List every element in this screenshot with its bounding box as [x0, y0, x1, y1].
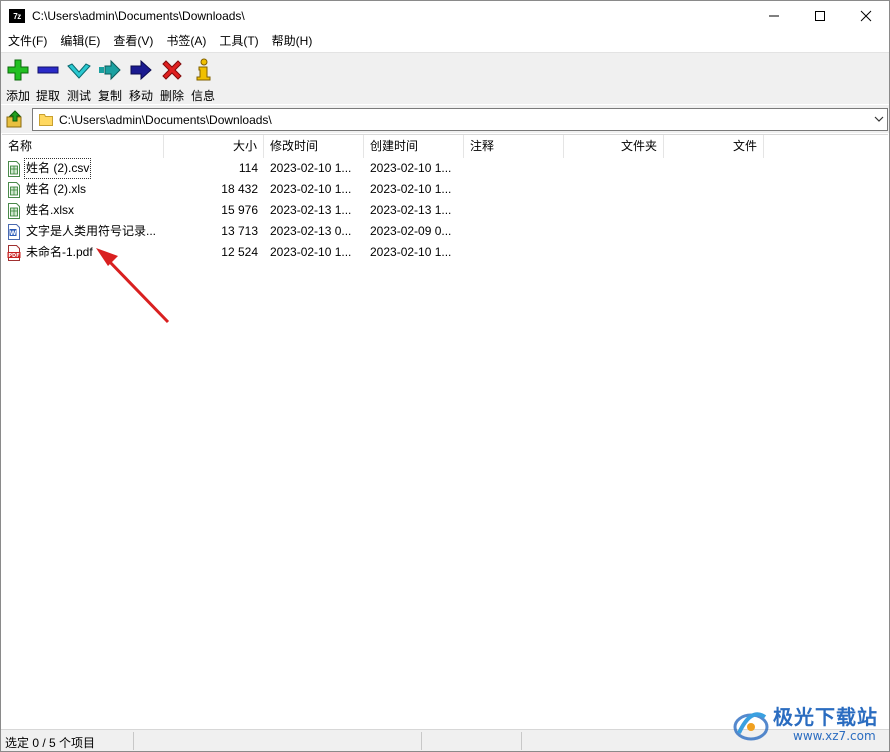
file-name: 姓名.xlsx — [26, 203, 75, 217]
file-created: 2023-02-13 1... — [370, 203, 452, 217]
delete-x-icon — [162, 60, 182, 80]
info-icon — [196, 58, 211, 81]
toolbar: 添加 提取 测试 复制 移动 删除 信息 — [1, 52, 889, 104]
column-header: 名称 大小 修改时间 创建时间 注释 文件夹 文件 — [2, 135, 888, 158]
move-arrow-icon — [130, 59, 152, 81]
file-size: 12 524 — [221, 245, 258, 259]
info-button[interactable]: 信息 — [187, 56, 219, 103]
path-field[interactable]: C:\Users\admin\Documents\Downloads\ — [32, 108, 888, 131]
status-divider — [133, 732, 134, 750]
status-divider — [521, 732, 522, 750]
file-size: 18 432 — [221, 182, 258, 196]
table-row[interactable]: 姓名.xlsx 15 976 2023-02-13 1... 2023-02-1… — [2, 200, 888, 221]
move-label: 移动 — [128, 89, 153, 103]
menu-file[interactable]: 文件(F) — [1, 31, 53, 51]
folder-icon — [39, 114, 53, 126]
maximize-button[interactable] — [797, 1, 843, 31]
watermark-text: 极光下载站 — [773, 705, 878, 729]
file-size: 13 713 — [221, 224, 258, 238]
menu-view[interactable]: 查看(V) — [106, 31, 159, 51]
copy-label: 复制 — [97, 89, 122, 103]
file-modified: 2023-02-10 1... — [270, 161, 352, 175]
checkmark-icon — [67, 63, 91, 79]
file-name: 姓名 (2).csv — [24, 158, 92, 179]
maximize-icon — [815, 11, 825, 21]
extract-label: 提取 — [35, 89, 60, 103]
svg-text:PDF: PDF — [8, 253, 19, 259]
file-name: 文字是人类用符号记录... — [26, 224, 157, 238]
main-window: 7z C:\Users\admin\Documents\Downloads\ 文… — [0, 0, 890, 752]
close-button[interactable] — [843, 1, 889, 31]
column-size[interactable]: 大小 — [164, 135, 264, 158]
file-size: 15 976 — [221, 203, 258, 217]
column-name[interactable]: 名称 — [2, 135, 164, 158]
file-created: 2023-02-09 0... — [370, 224, 452, 238]
menu-edit[interactable]: 编辑(E) — [53, 31, 106, 51]
site-watermark: 极光下载站 www.xz7.com — [731, 699, 889, 751]
file-modified: 2023-02-13 1... — [270, 203, 352, 217]
plus-icon — [7, 59, 29, 81]
pdf-icon: PDF — [7, 245, 21, 261]
file-size: 114 — [238, 161, 258, 175]
selection-status: 选定 0 / 5 个项目 — [5, 736, 96, 750]
window-title: C:\Users\admin\Documents\Downloads\ — [32, 9, 245, 23]
column-files[interactable]: 文件 — [664, 135, 764, 158]
table-row[interactable]: PDF 未命名-1.pdf 12 524 2023-02-10 1... 202… — [2, 242, 888, 263]
menu-help[interactable]: 帮助(H) — [265, 31, 319, 51]
file-created: 2023-02-10 1... — [370, 245, 452, 259]
test-label: 测试 — [66, 89, 91, 103]
minimize-button[interactable] — [751, 1, 797, 31]
column-folders[interactable]: 文件夹 — [564, 135, 664, 158]
delete-button[interactable]: 删除 — [156, 56, 188, 103]
chevron-down-icon[interactable] — [874, 112, 884, 126]
file-name: 未命名-1.pdf — [26, 245, 93, 259]
file-created: 2023-02-10 1... — [370, 161, 452, 175]
menu-bar: 文件(F) 编辑(E) 查看(V) 书签(A) 工具(T) 帮助(H) — [1, 31, 889, 51]
file-modified: 2023-02-10 1... — [270, 182, 352, 196]
table-row[interactable]: 姓名 (2).xls 18 432 2023-02-10 1... 2023-0… — [2, 179, 888, 200]
address-bar: C:\Users\admin\Documents\Downloads\ — [1, 105, 889, 133]
watermark-url: www.xz7.com — [793, 729, 876, 743]
add-button[interactable]: 添加 — [2, 56, 34, 103]
7zip-app-icon: 7z — [9, 9, 25, 23]
file-modified: 2023-02-13 0... — [270, 224, 352, 238]
up-folder-button[interactable] — [5, 109, 25, 129]
test-button[interactable]: 测试 — [63, 56, 95, 103]
word-document-icon: W — [8, 224, 20, 240]
file-modified: 2023-02-10 1... — [270, 245, 352, 259]
add-label: 添加 — [5, 89, 30, 103]
copy-arrow-icon — [99, 59, 121, 81]
copy-button[interactable]: 复制 — [94, 56, 126, 103]
up-folder-icon — [6, 110, 22, 128]
file-created: 2023-02-10 1... — [370, 182, 452, 196]
file-list[interactable]: 名称 大小 修改时间 创建时间 注释 文件夹 文件 姓名 (2).csv 114… — [2, 134, 888, 728]
column-created[interactable]: 创建时间 — [364, 135, 464, 158]
file-name: 姓名 (2).xls — [26, 182, 87, 196]
minimize-icon — [769, 15, 779, 17]
spreadsheet-icon — [8, 182, 20, 198]
spreadsheet-icon — [8, 161, 20, 177]
close-icon — [860, 10, 872, 22]
column-modified[interactable]: 修改时间 — [264, 135, 364, 158]
minus-icon — [37, 66, 59, 74]
table-row[interactable]: W 文字是人类用符号记录... 13 713 2023-02-13 0... 2… — [2, 221, 888, 242]
delete-label: 删除 — [159, 89, 184, 103]
info-label: 信息 — [190, 89, 215, 103]
status-divider — [421, 732, 422, 750]
menu-tools[interactable]: 工具(T) — [212, 31, 264, 51]
path-text: C:\Users\admin\Documents\Downloads\ — [59, 113, 272, 127]
table-row[interactable]: 姓名 (2).csv 114 2023-02-10 1... 2023-02-1… — [2, 158, 888, 179]
extract-button[interactable]: 提取 — [32, 56, 64, 103]
title-bar: 7z C:\Users\admin\Documents\Downloads\ — [1, 1, 889, 31]
watermark-logo-icon — [733, 712, 769, 741]
svg-text:W: W — [10, 230, 17, 237]
spreadsheet-icon — [8, 203, 20, 219]
move-button[interactable]: 移动 — [125, 56, 157, 103]
column-comment[interactable]: 注释 — [464, 135, 564, 158]
menu-bookmarks[interactable]: 书签(A) — [159, 31, 212, 51]
